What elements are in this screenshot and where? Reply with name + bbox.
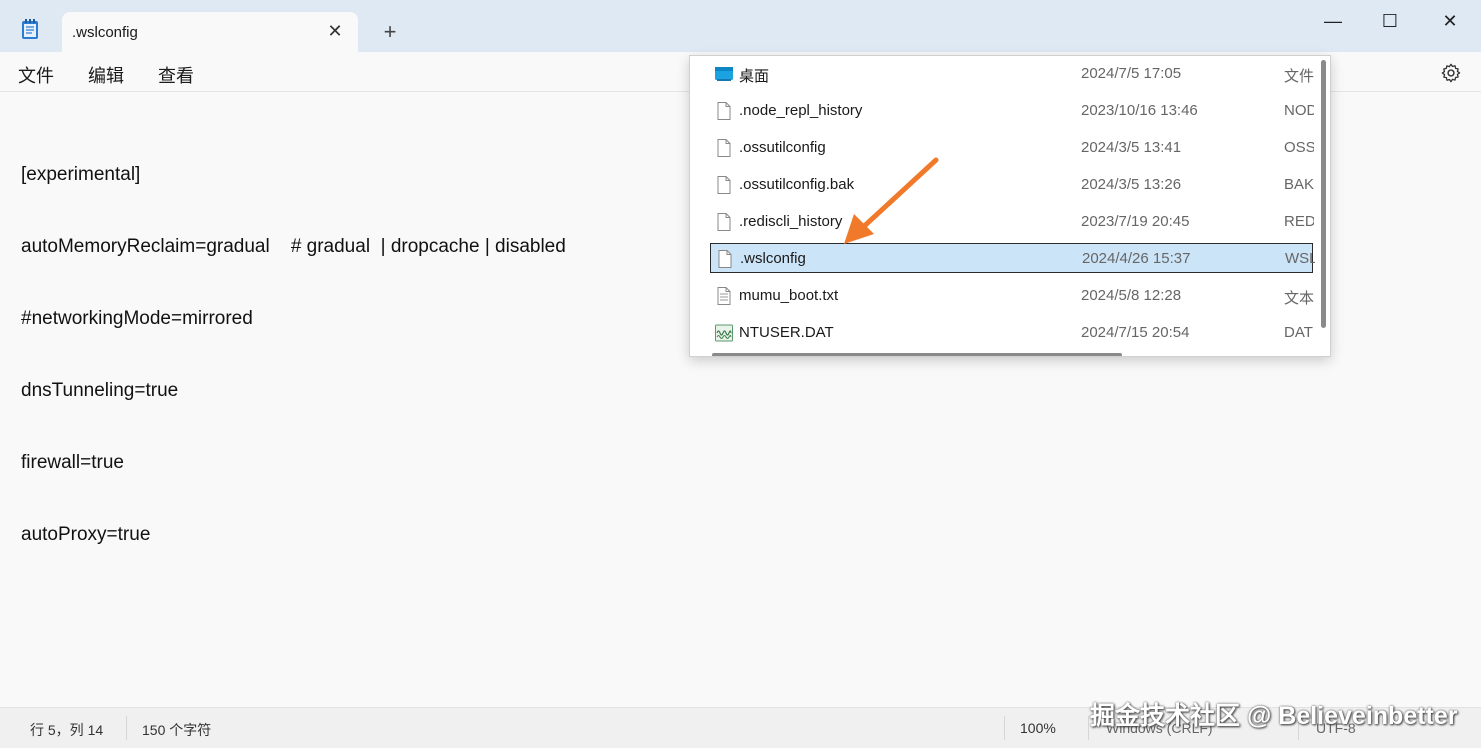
file-type: RED — [1284, 213, 1314, 230]
vertical-scrollbar[interactable] — [1321, 60, 1326, 328]
text-file-icon — [717, 287, 731, 305]
editor-line: #networkingMode=mirrored — [21, 308, 253, 329]
maximize-button[interactable]: ☐ — [1367, 6, 1413, 36]
file-icon — [717, 176, 731, 194]
file-name: .wslconfig — [740, 250, 806, 267]
file-row-wslconfig[interactable]: .wslconfig 2024/4/26 15:37 WSL — [710, 243, 1315, 273]
editor-line: firewall=true — [21, 452, 124, 473]
file-name: 桌面 — [739, 68, 770, 85]
file-icon — [718, 250, 732, 268]
file-type: 文本 — [1284, 290, 1314, 307]
editor-line: [experimental] — [21, 164, 141, 185]
zoom-level[interactable]: 100% — [1020, 720, 1056, 736]
menu-edit[interactable]: 编辑 — [88, 62, 124, 88]
file-icon — [717, 213, 731, 231]
file-icon — [717, 139, 731, 157]
file-name: NTUSER.DAT — [739, 324, 834, 341]
file-date: 2024/3/5 13:41 — [1081, 139, 1182, 156]
status-divider — [126, 716, 127, 740]
file-date: 2024/4/26 15:37 — [1082, 250, 1191, 267]
file-date: 2024/7/15 20:54 — [1081, 324, 1190, 341]
file-date: 2024/7/5 17:05 — [1081, 65, 1182, 82]
file-type: 文件 — [1284, 68, 1314, 85]
file-type: OSS — [1284, 139, 1314, 156]
tab-wslconfig[interactable]: .wslconfig ✕ — [62, 12, 358, 52]
gear-icon[interactable] — [1440, 62, 1462, 84]
editor-content[interactable]: [experimental] autoMemoryReclaim=gradual… — [21, 115, 566, 595]
file-row-node-repl-history[interactable]: .node_repl_history 2023/10/16 13:46 NOD — [710, 96, 1314, 126]
menu-file[interactable]: 文件 — [18, 62, 54, 88]
minimize-button[interactable]: — — [1310, 6, 1356, 36]
file-row-ossutilconfig[interactable]: .ossutilconfig 2024/3/5 13:41 OSS — [710, 133, 1314, 163]
title-bar: .wslconfig ✕ + — ☐ ✕ — [0, 0, 1481, 52]
file-date: 2023/10/16 13:46 — [1081, 102, 1198, 119]
dat-file-icon — [715, 324, 733, 342]
file-type: DAT — [1284, 324, 1313, 341]
file-type: BAK — [1284, 176, 1314, 193]
file-name: .rediscli_history — [739, 213, 843, 230]
horizontal-scrollbar[interactable] — [712, 353, 1122, 356]
status-divider — [1088, 716, 1089, 740]
file-row-ossutilconfig-bak[interactable]: .ossutilconfig.bak 2024/3/5 13:26 BAK — [710, 170, 1314, 200]
file-name: .ossutilconfig — [739, 139, 826, 156]
editor-line: dnsTunneling=true — [21, 380, 179, 401]
file-list-popup: 桌面 2024/7/5 17:05 文件 .node_repl_history … — [689, 55, 1331, 357]
editor-line: autoMemoryReclaim=gradual # gradual | dr… — [21, 236, 566, 257]
notepad-app-icon — [22, 19, 38, 39]
file-name: mumu_boot.txt — [739, 287, 839, 304]
file-type: WSL — [1285, 250, 1315, 267]
file-date: 2024/3/5 13:26 — [1081, 176, 1182, 193]
file-row-ntuser-dat[interactable]: NTUSER.DAT 2024/7/15 20:54 DAT — [710, 318, 1313, 348]
new-tab-button[interactable]: + — [378, 20, 402, 44]
file-row-mumu-boot[interactable]: mumu_boot.txt 2024/5/8 12:28 文本 — [710, 281, 1314, 311]
tab-close-icon[interactable]: ✕ — [326, 22, 344, 40]
file-date: 2023/7/19 20:45 — [1081, 213, 1190, 230]
file-name: .node_repl_history — [739, 102, 863, 119]
status-divider — [1298, 716, 1299, 740]
file-row-rediscli-history[interactable]: .rediscli_history 2023/7/19 20:45 RED — [710, 207, 1314, 237]
close-window-button[interactable]: ✕ — [1427, 6, 1473, 36]
desktop-folder-icon — [715, 67, 733, 81]
file-icon — [717, 102, 731, 120]
file-row-desktop[interactable]: 桌面 2024/7/5 17:05 文件 — [710, 59, 1314, 89]
status-bar: 行 5，列 14 150 个字符 100% Windows (CRLF) UTF… — [0, 707, 1481, 748]
character-count: 150 个字符 — [142, 722, 212, 738]
editor-line: autoProxy=true — [21, 524, 151, 545]
line-ending[interactable]: Windows (CRLF) — [1106, 720, 1213, 736]
file-date: 2024/5/8 12:28 — [1081, 287, 1182, 304]
tab-title: .wslconfig — [72, 24, 138, 41]
file-type: NOD — [1284, 102, 1314, 119]
menu-view[interactable]: 查看 — [158, 62, 194, 88]
encoding[interactable]: UTF-8 — [1316, 720, 1356, 736]
status-divider — [1004, 716, 1005, 740]
cursor-position: 行 5，列 14 — [30, 722, 104, 738]
file-name: .ossutilconfig.bak — [739, 176, 855, 193]
